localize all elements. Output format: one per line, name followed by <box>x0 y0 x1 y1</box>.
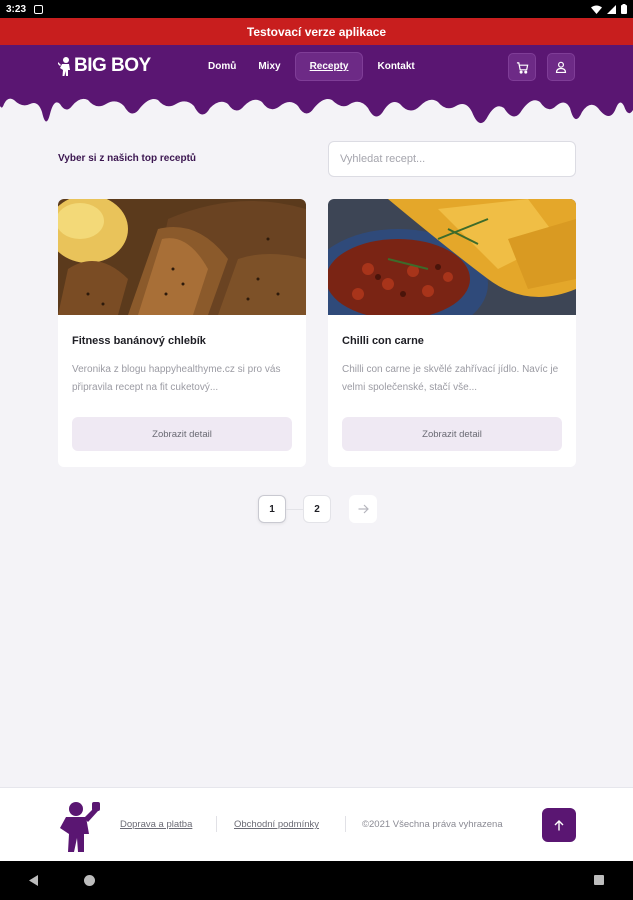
nav-recipes[interactable]: Recepty <box>294 52 364 81</box>
notification-icon <box>34 4 44 14</box>
recipe-description: Veronika z blogu happyhealthyme.cz si pr… <box>72 364 281 393</box>
recipe-card[interactable]: Fitness banánový chlebík Veronika z blog… <box>58 199 306 467</box>
recipe-title: Fitness banánový chlebík <box>72 335 206 347</box>
page-button-1[interactable]: 1 <box>258 495 286 523</box>
show-detail-button[interactable]: Zobrazit detail <box>72 417 292 451</box>
copyright-text: ©2021 Všechna práva vyhrazena <box>362 819 503 830</box>
pagination: 1 2 <box>258 495 377 523</box>
cart-button[interactable] <box>508 53 536 81</box>
footer-divider <box>216 816 217 832</box>
header-drips <box>0 94 633 124</box>
scroll-to-top-button[interactable] <box>542 808 576 842</box>
recipe-description: Chilli con carne je skvělé zahřívací jíd… <box>342 364 559 393</box>
arrow-up-icon <box>554 819 564 830</box>
recipe-image-chilli <box>328 199 576 315</box>
battery-icon <box>621 4 627 14</box>
recipe-card[interactable]: Chilli con carne Chilli con carne je skv… <box>328 199 576 467</box>
status-bar: 3:23 <box>0 0 633 18</box>
status-time: 3:23 <box>6 3 27 15</box>
boy-figure-icon <box>58 57 70 76</box>
nav-contact[interactable]: Kontakt <box>369 52 422 81</box>
arrow-right-icon <box>358 504 369 514</box>
show-detail-button[interactable]: Zobrazit detail <box>342 417 562 451</box>
footer-logo-icon[interactable] <box>56 800 102 852</box>
recipe-search-input[interactable] <box>328 141 576 177</box>
wifi-icon <box>591 5 602 14</box>
page-button-2[interactable]: 2 <box>303 495 331 523</box>
recipe-title: Chilli con carne <box>342 335 424 347</box>
footer-link-terms[interactable]: Obchodní podmínky <box>234 819 319 830</box>
nav-mixes[interactable]: Mixy <box>250 52 288 81</box>
user-icon <box>555 61 567 73</box>
recipe-image-banana-bread <box>58 199 306 315</box>
site-footer: Doprava a platba Obchodní podmínky ©2021… <box>0 787 633 861</box>
user-button[interactable] <box>547 53 575 81</box>
brand-logo[interactable]: BIG BOY <box>58 55 151 77</box>
main-nav: Domů Mixy Recepty Kontakt <box>200 52 423 81</box>
android-nav-bar <box>0 861 633 900</box>
section-title: Vyber si z našich top receptů <box>58 153 197 164</box>
home-icon[interactable] <box>84 875 95 886</box>
signal-icon <box>607 4 616 14</box>
back-icon[interactable] <box>29 875 39 886</box>
site-header: BIG BOY Domů Mixy Recepty Kontakt <box>0 45 633 95</box>
next-page-button[interactable] <box>349 495 377 523</box>
cart-icon <box>516 61 528 74</box>
logo-text: BIG BOY <box>74 55 151 76</box>
test-version-banner: Testovací verze aplikace <box>0 18 633 45</box>
footer-link-shipping[interactable]: Doprava a platba <box>120 819 192 830</box>
pagination-divider <box>286 508 303 510</box>
nav-home[interactable]: Domů <box>200 52 244 81</box>
recents-icon[interactable] <box>594 875 604 885</box>
footer-divider <box>345 816 346 832</box>
